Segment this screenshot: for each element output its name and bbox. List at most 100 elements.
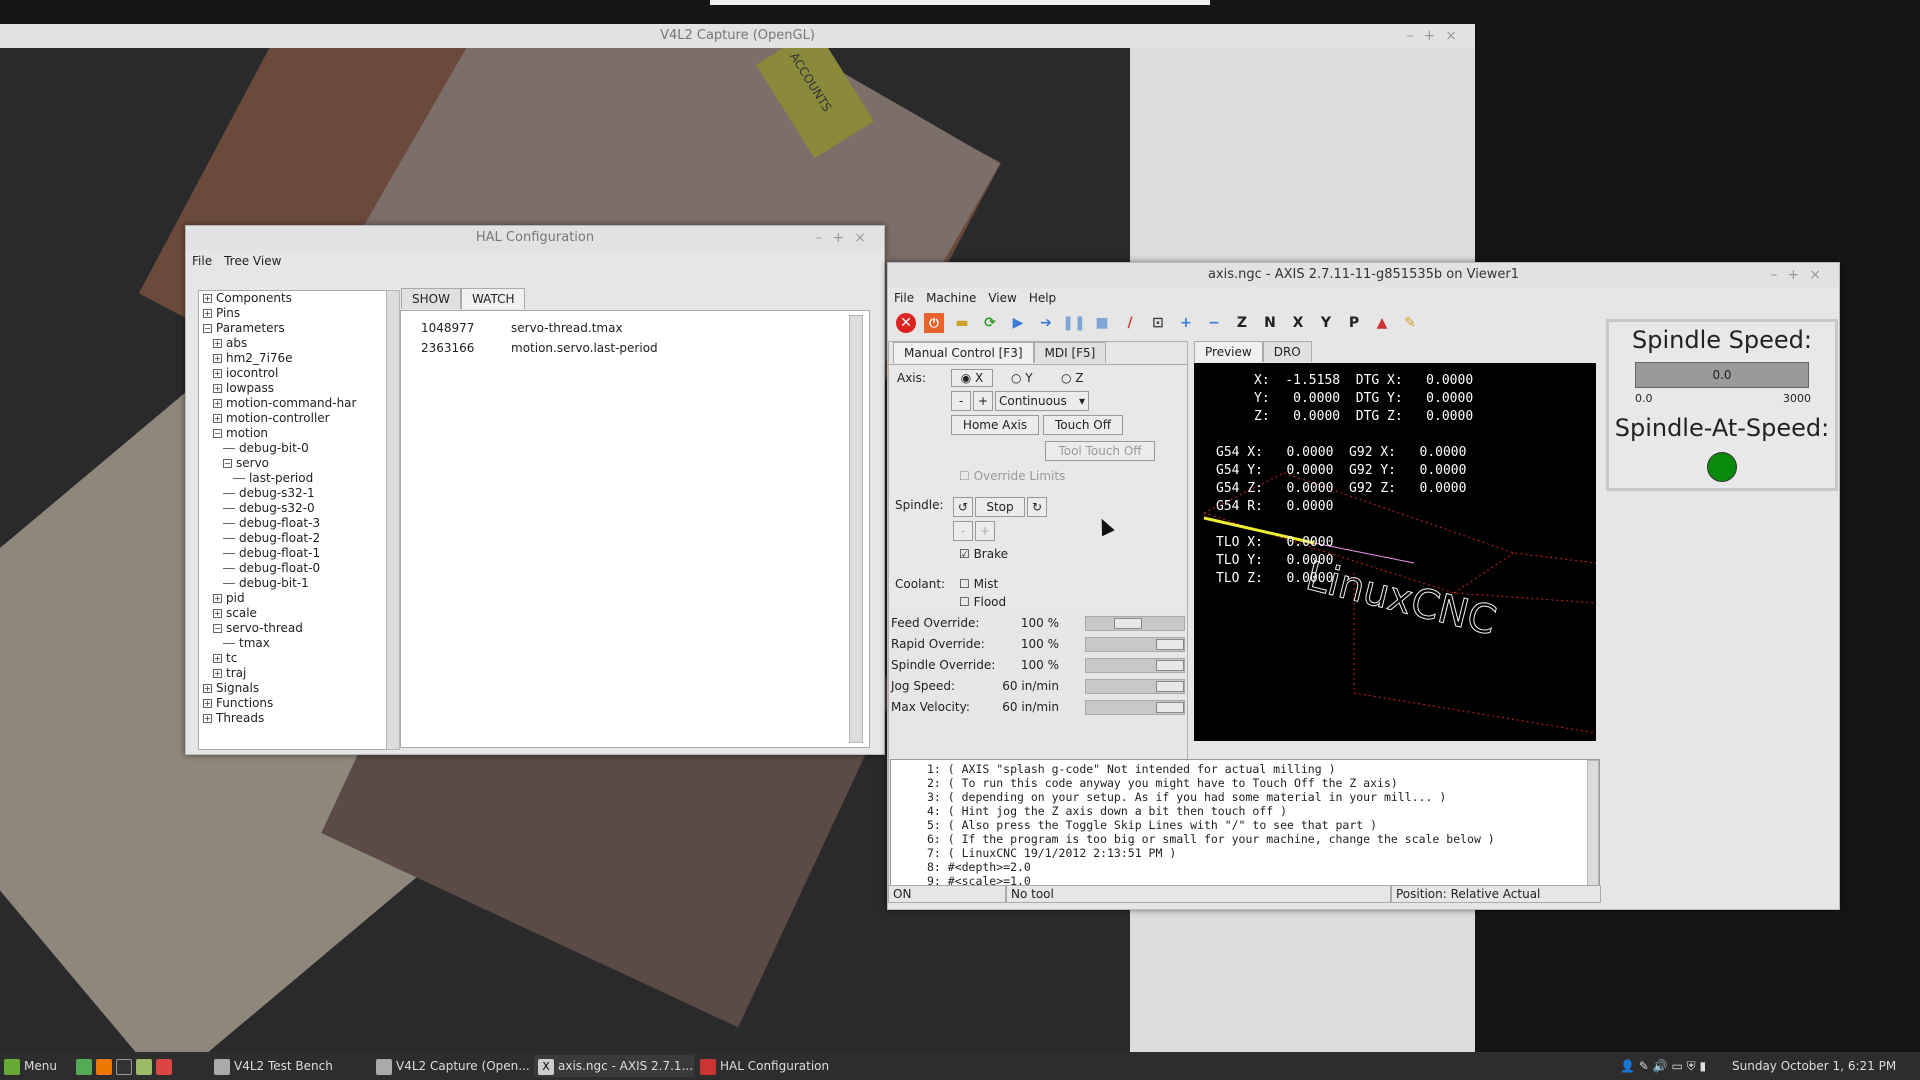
tree-item[interactable]: + scale [199, 606, 387, 621]
taskbar-item[interactable]: V4L2 Capture (Open... [372, 1055, 532, 1077]
axis-radio-x[interactable]: ◉ X [951, 369, 993, 387]
hal-titlebar[interactable]: HAL Configuration –+× [186, 226, 884, 250]
expand-icon[interactable]: + [213, 384, 222, 393]
axis-menu-machine[interactable]: Machine [926, 291, 976, 305]
reload-icon[interactable]: ⟳ [978, 311, 1002, 335]
tree-item[interactable]: tmax [199, 636, 387, 651]
hal-menu-file[interactable]: File [192, 254, 212, 268]
hal-menu-tree-view[interactable]: Tree View [224, 254, 281, 268]
tree-item[interactable]: + Functions [199, 696, 387, 711]
tab-watch[interactable]: WATCH [460, 288, 526, 309]
tree-item[interactable]: + iocontrol [199, 366, 387, 381]
tree-item[interactable]: debug-bit-0 [199, 441, 387, 456]
view-p-icon[interactable]: P [1342, 311, 1366, 335]
tree-item[interactable]: debug-float-1 [199, 546, 387, 561]
axis-radio-z[interactable]: ○ Z [1061, 371, 1084, 385]
override-slider[interactable] [1085, 637, 1185, 652]
tree-item[interactable]: − motion [199, 426, 387, 441]
expand-icon[interactable]: + [203, 294, 212, 303]
tree-item[interactable]: debug-s32-0 [199, 501, 387, 516]
tree-item[interactable]: + traj [199, 666, 387, 681]
tab-mdi[interactable]: MDI [F5] [1033, 342, 1107, 363]
tree-item[interactable]: + motion-controller [199, 411, 387, 426]
display-icon[interactable]: ▭ [1671, 1059, 1682, 1073]
slider-knob[interactable] [1156, 639, 1184, 650]
gcode-line[interactable]: 5: ( Also press the Toggle Skip Lines wi… [927, 818, 1377, 832]
axis-radio-y[interactable]: ○ Y [1011, 371, 1033, 385]
tree-item[interactable]: + Threads [199, 711, 387, 726]
spindle-minus-button[interactable]: - [953, 521, 973, 541]
view-x-icon[interactable]: X [1286, 311, 1310, 335]
touch-off-button[interactable]: Touch Off [1043, 415, 1123, 435]
battery-icon[interactable]: ▮ [1699, 1059, 1706, 1073]
watch-scrollbar[interactable] [849, 315, 863, 743]
expand-icon[interactable]: + [203, 714, 212, 723]
chrome-icon[interactable] [156, 1058, 172, 1075]
slider-knob[interactable] [1114, 618, 1142, 629]
taskbar-item[interactable]: HAL Configuration [696, 1055, 856, 1077]
tree-item[interactable]: + Pins [199, 306, 387, 321]
axis-menu-help[interactable]: Help [1029, 291, 1056, 305]
override-slider[interactable] [1085, 679, 1185, 694]
tree-item[interactable]: debug-bit-1 [199, 576, 387, 591]
slider-knob[interactable] [1156, 702, 1184, 713]
step-icon[interactable]: ➔ [1034, 311, 1058, 335]
stop-icon[interactable]: ■ [1090, 311, 1114, 335]
skip-lines-icon[interactable]: / [1118, 311, 1142, 335]
gcode-line[interactable]: 6: ( If the program is too big or small … [927, 832, 1495, 846]
files-icon[interactable] [136, 1058, 152, 1075]
tree-item[interactable]: + hm2_7i76e [199, 351, 387, 366]
override-slider[interactable] [1085, 658, 1185, 673]
home-axis-button[interactable]: Home Axis [951, 415, 1039, 435]
user-icon[interactable]: 👤 [1620, 1059, 1635, 1073]
gcode-line[interactable]: 4: ( Hint jog the Z axis down a bit then… [927, 804, 1287, 818]
gcode-line[interactable]: 7: ( LinuxCNC 19/1/2012 2:13:51 PM ) [927, 846, 1176, 860]
v4l2-window-controls[interactable]: –+× [1407, 24, 1467, 48]
gcode-scrollbar[interactable] [1587, 760, 1599, 892]
tree-item[interactable]: + Components [199, 291, 387, 306]
pause-icon[interactable]: ❚❚ [1062, 311, 1086, 335]
tree-item[interactable]: − servo [199, 456, 387, 471]
jog-mode-select[interactable]: Continuous ▾ [995, 391, 1089, 411]
estop-icon[interactable]: ✕ [894, 311, 918, 335]
optional-stop-icon[interactable]: ⊡ [1146, 311, 1170, 335]
flood-checkbox[interactable]: ☐ Flood [959, 595, 1006, 609]
spindle-cw-icon[interactable]: ↻ [1027, 497, 1047, 517]
hal-tree[interactable]: + Components + Pins − Parameters + abs + hm2_7i76… [198, 290, 388, 750]
mist-checkbox[interactable]: ☐ Mist [959, 577, 998, 591]
collapse-icon[interactable]: − [213, 624, 222, 633]
view-z-icon[interactable]: Z [1230, 311, 1254, 335]
tab-preview[interactable]: Preview [1194, 341, 1263, 362]
gcode-line[interactable]: 8: #<depth>=2.0 [927, 860, 1031, 874]
collapse-icon[interactable]: − [223, 459, 232, 468]
expand-icon[interactable]: + [203, 699, 212, 708]
expand-icon[interactable]: + [213, 654, 222, 663]
volume-icon[interactable]: 🔊 [1653, 1059, 1668, 1073]
network-icon[interactable]: ✎ [1639, 1059, 1649, 1073]
gcode-line[interactable]: 2: ( To run this code anyway you might h… [927, 776, 1398, 790]
expand-icon[interactable]: + [213, 369, 222, 378]
power-icon[interactable]: ⏻ [922, 311, 946, 335]
expand-icon[interactable]: + [213, 669, 222, 678]
tree-item[interactable]: debug-float-0 [199, 561, 387, 576]
tree-item[interactable]: + lowpass [199, 381, 387, 396]
spindle-stop-button[interactable]: Stop [975, 497, 1025, 517]
override-slider[interactable] [1085, 616, 1185, 631]
hal-tree-scrollbar[interactable] [386, 290, 400, 750]
jog-minus-button[interactable]: - [951, 391, 971, 411]
override-limits-checkbox[interactable]: ☐ Override Limits [959, 469, 1065, 483]
tree-item[interactable]: − Parameters [199, 321, 387, 336]
taskbar-item-active[interactable]: Xaxis.ngc - AXIS 2.7.1... [534, 1055, 694, 1077]
jog-plus-button[interactable]: + [973, 391, 993, 411]
tab-show[interactable]: SHOW [401, 288, 461, 309]
open-file-icon[interactable]: ▬ [950, 311, 974, 335]
axis-window-controls[interactable]: –+× [1771, 263, 1831, 287]
tree-item[interactable]: last-period [199, 471, 387, 486]
v4l2-titlebar[interactable]: V4L2 Capture (OpenGL) –+× [0, 24, 1475, 48]
gcode-line[interactable]: 1: ( AXIS "splash g-code" Not intended f… [927, 762, 1336, 776]
gcode-line[interactable]: 3: ( depending on your setup. As if you … [927, 790, 1446, 804]
axis-menu-file[interactable]: File [894, 291, 914, 305]
tree-item[interactable]: debug-s32-1 [199, 486, 387, 501]
expand-icon[interactable]: + [213, 399, 222, 408]
expand-icon[interactable]: + [203, 309, 212, 318]
